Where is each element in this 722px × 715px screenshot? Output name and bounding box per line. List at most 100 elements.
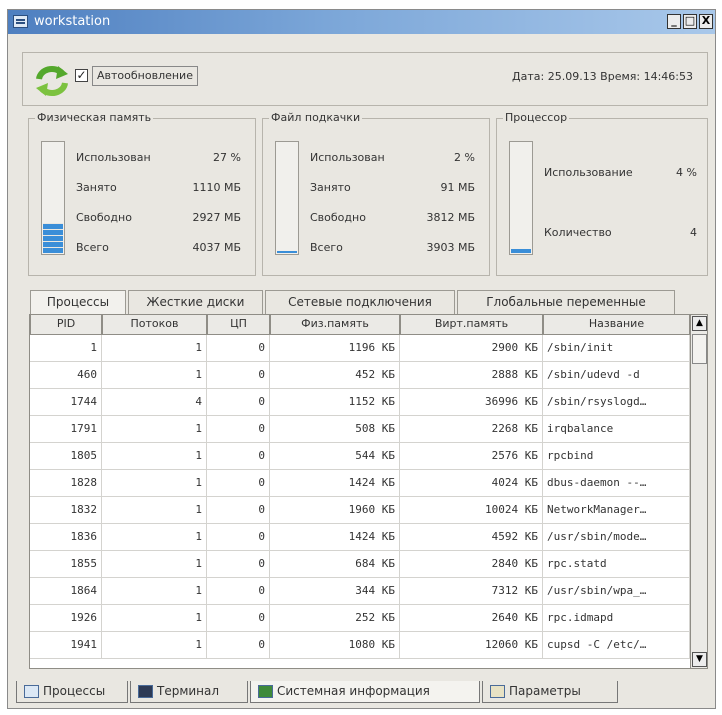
cpu-usage-label: Использование (544, 166, 633, 179)
table-row[interactable]: 1744 4 0 1152 КБ 36996 КБ/sbin/rsyslogd… (30, 389, 690, 416)
physical-memory-title: Физическая память (35, 111, 154, 124)
minimize-button[interactable]: _ (667, 14, 681, 29)
table-row[interactable]: 1828 1 0 1424 КБ 4024 КБ dbus-daemon --… (30, 470, 690, 497)
table-cell: 1836 (30, 524, 102, 551)
table-cell: 544 КБ (270, 443, 400, 470)
maximize-button[interactable]: □ (683, 14, 697, 29)
datetime-display: Дата: 25.09.13 Время: 14:46:53 (512, 70, 693, 83)
table-row[interactable]: 1926 1 0 252 КБ 2640 КБ rpc.idmapd (30, 605, 690, 632)
bottom-tab-terminal-label: Терминал (157, 684, 220, 698)
table-cell: 1832 (30, 497, 102, 524)
table-row[interactable]: 460 1 0 452 КБ 2888 КБ/sbin/udevd -d (30, 362, 690, 389)
column-name[interactable]: Название (543, 315, 690, 335)
swap-group: Файл подкачки Использован 2 % Занято 91 … (262, 111, 490, 276)
bottom-tab-processes[interactable]: Процессы (16, 681, 128, 703)
table-cell: 0 (207, 524, 270, 551)
table-cell: NetworkManager… (543, 497, 690, 524)
swap-bar-fill (277, 250, 297, 253)
tab-hard-disks[interactable]: Жесткие диски (128, 290, 263, 314)
scroll-down-button[interactable]: ▼ (692, 652, 707, 667)
column-physical-memory[interactable]: Физ.память (270, 315, 400, 335)
table-cell: dbus-daemon --… (543, 470, 690, 497)
table-scrollbar[interactable]: ▲ ▼ (690, 315, 707, 668)
cpu-count-value: 4 (690, 226, 697, 239)
table-cell: 1 (102, 470, 207, 497)
column-threads[interactable]: Потоков (102, 315, 207, 335)
table-row[interactable]: 1805 1 0 544 КБ 2576 КБ rpcbind (30, 443, 690, 470)
swap-bar (275, 141, 299, 255)
table-cell: 1 (102, 443, 207, 470)
table-cell: 0 (207, 551, 270, 578)
swap-free-label: Свободно (310, 211, 366, 224)
table-cell: 7312 КБ (400, 578, 543, 605)
column-virtual-memory[interactable]: Вирт.память (400, 315, 543, 335)
table-cell: 1 (102, 605, 207, 632)
cpu-usage-value: 4 % (676, 166, 697, 179)
physical-memory-total-value: 4037 МБ (192, 241, 241, 254)
title-bar[interactable]: workstation _ □ X (8, 10, 715, 34)
swap-occupied-value: 91 МБ (440, 181, 475, 194)
auto-refresh-checkbox[interactable]: ✓ (75, 69, 88, 82)
scroll-up-button[interactable]: ▲ (692, 316, 707, 331)
column-cpu[interactable]: ЦП (207, 315, 270, 335)
scrollbar-thumb[interactable] (692, 334, 707, 364)
physical-memory-occupied-label: Занято (76, 181, 117, 194)
table-cell: 2576 КБ (400, 443, 543, 470)
table-cell: 0 (207, 335, 270, 362)
table-row[interactable]: 1941 1 0 1080 КБ 12060 КБ cupsd -C /etc/… (30, 632, 690, 659)
table-cell: 1 (30, 335, 102, 362)
table-cell: 1855 (30, 551, 102, 578)
physical-memory-used-pct-label: Использован (76, 151, 151, 164)
table-cell: 10024 КБ (400, 497, 543, 524)
bottom-tab-system-info[interactable]: Системная информация (250, 681, 480, 703)
table-cell: 0 (207, 443, 270, 470)
table-cell: 1 (102, 335, 207, 362)
refresh-icon[interactable] (34, 64, 70, 98)
table-cell: 1 (102, 497, 207, 524)
physical-memory-group: Физическая память Использован 27 % Занят… (28, 111, 256, 276)
cpu-bar (509, 141, 533, 255)
bottom-tab-processes-label: Процессы (43, 684, 106, 698)
table-cell: 0 (207, 578, 270, 605)
table-row[interactable]: 1791 1 0 508 КБ 2268 КБ irqbalance (30, 416, 690, 443)
auto-refresh-label[interactable]: Автообновление (92, 66, 198, 86)
tab-global-variables[interactable]: Глобальные переменные (457, 290, 675, 314)
table-cell: 1 (102, 362, 207, 389)
swap-title: Файл подкачки (269, 111, 363, 124)
tab-network-connections[interactable]: Сетевые подключения (265, 290, 455, 314)
swap-total-label: Всего (310, 241, 343, 254)
bottom-tab-settings[interactable]: Параметры (482, 681, 618, 703)
swap-used-pct-label: Использован (310, 151, 385, 164)
table-cell: 2888 КБ (400, 362, 543, 389)
table-cell: 1424 КБ (270, 470, 400, 497)
app-window: workstation _ □ X ✓ Автообновление Дата:… (7, 9, 716, 709)
window-icon (13, 15, 28, 28)
terminal-icon (138, 685, 153, 698)
table-cell: 0 (207, 389, 270, 416)
table-cell: rpc.idmapd (543, 605, 690, 632)
bottom-tab-terminal[interactable]: Терминал (130, 681, 248, 703)
table-row[interactable]: 1864 1 0 344 КБ 7312 КБ/usr/sbin/wpa_… (30, 578, 690, 605)
table-cell: /sbin/init (543, 335, 690, 362)
table-cell: 36996 КБ (400, 389, 543, 416)
tab-processes[interactable]: Процессы (30, 290, 126, 315)
table-cell: 0 (207, 362, 270, 389)
table-cell: 1 (102, 416, 207, 443)
table-cell: 0 (207, 632, 270, 659)
table-cell: 684 КБ (270, 551, 400, 578)
table-cell: 1152 КБ (270, 389, 400, 416)
close-button[interactable]: X (699, 14, 713, 29)
table-cell: 1941 (30, 632, 102, 659)
table-cell: rpc.statd (543, 551, 690, 578)
table-row[interactable]: 1832 1 0 1960 КБ 10024 КБ NetworkManager… (30, 497, 690, 524)
column-pid[interactable]: PID (30, 315, 102, 335)
table-cell: 4 (102, 389, 207, 416)
table-cell: 1424 КБ (270, 524, 400, 551)
table-cell: irqbalance (543, 416, 690, 443)
physical-memory-occupied-value: 1110 МБ (192, 181, 241, 194)
table-row[interactable]: 1855 1 0 684 КБ 2840 КБ rpc.statd (30, 551, 690, 578)
table-cell: 1 (102, 551, 207, 578)
table-row[interactable]: 1836 1 0 1424 КБ 4592 КБ/usr/sbin/mode… (30, 524, 690, 551)
table-row[interactable]: 1 1 0 1196 КБ 2900 КБ/sbin/init (30, 335, 690, 362)
swap-total-value: 3903 МБ (426, 241, 475, 254)
